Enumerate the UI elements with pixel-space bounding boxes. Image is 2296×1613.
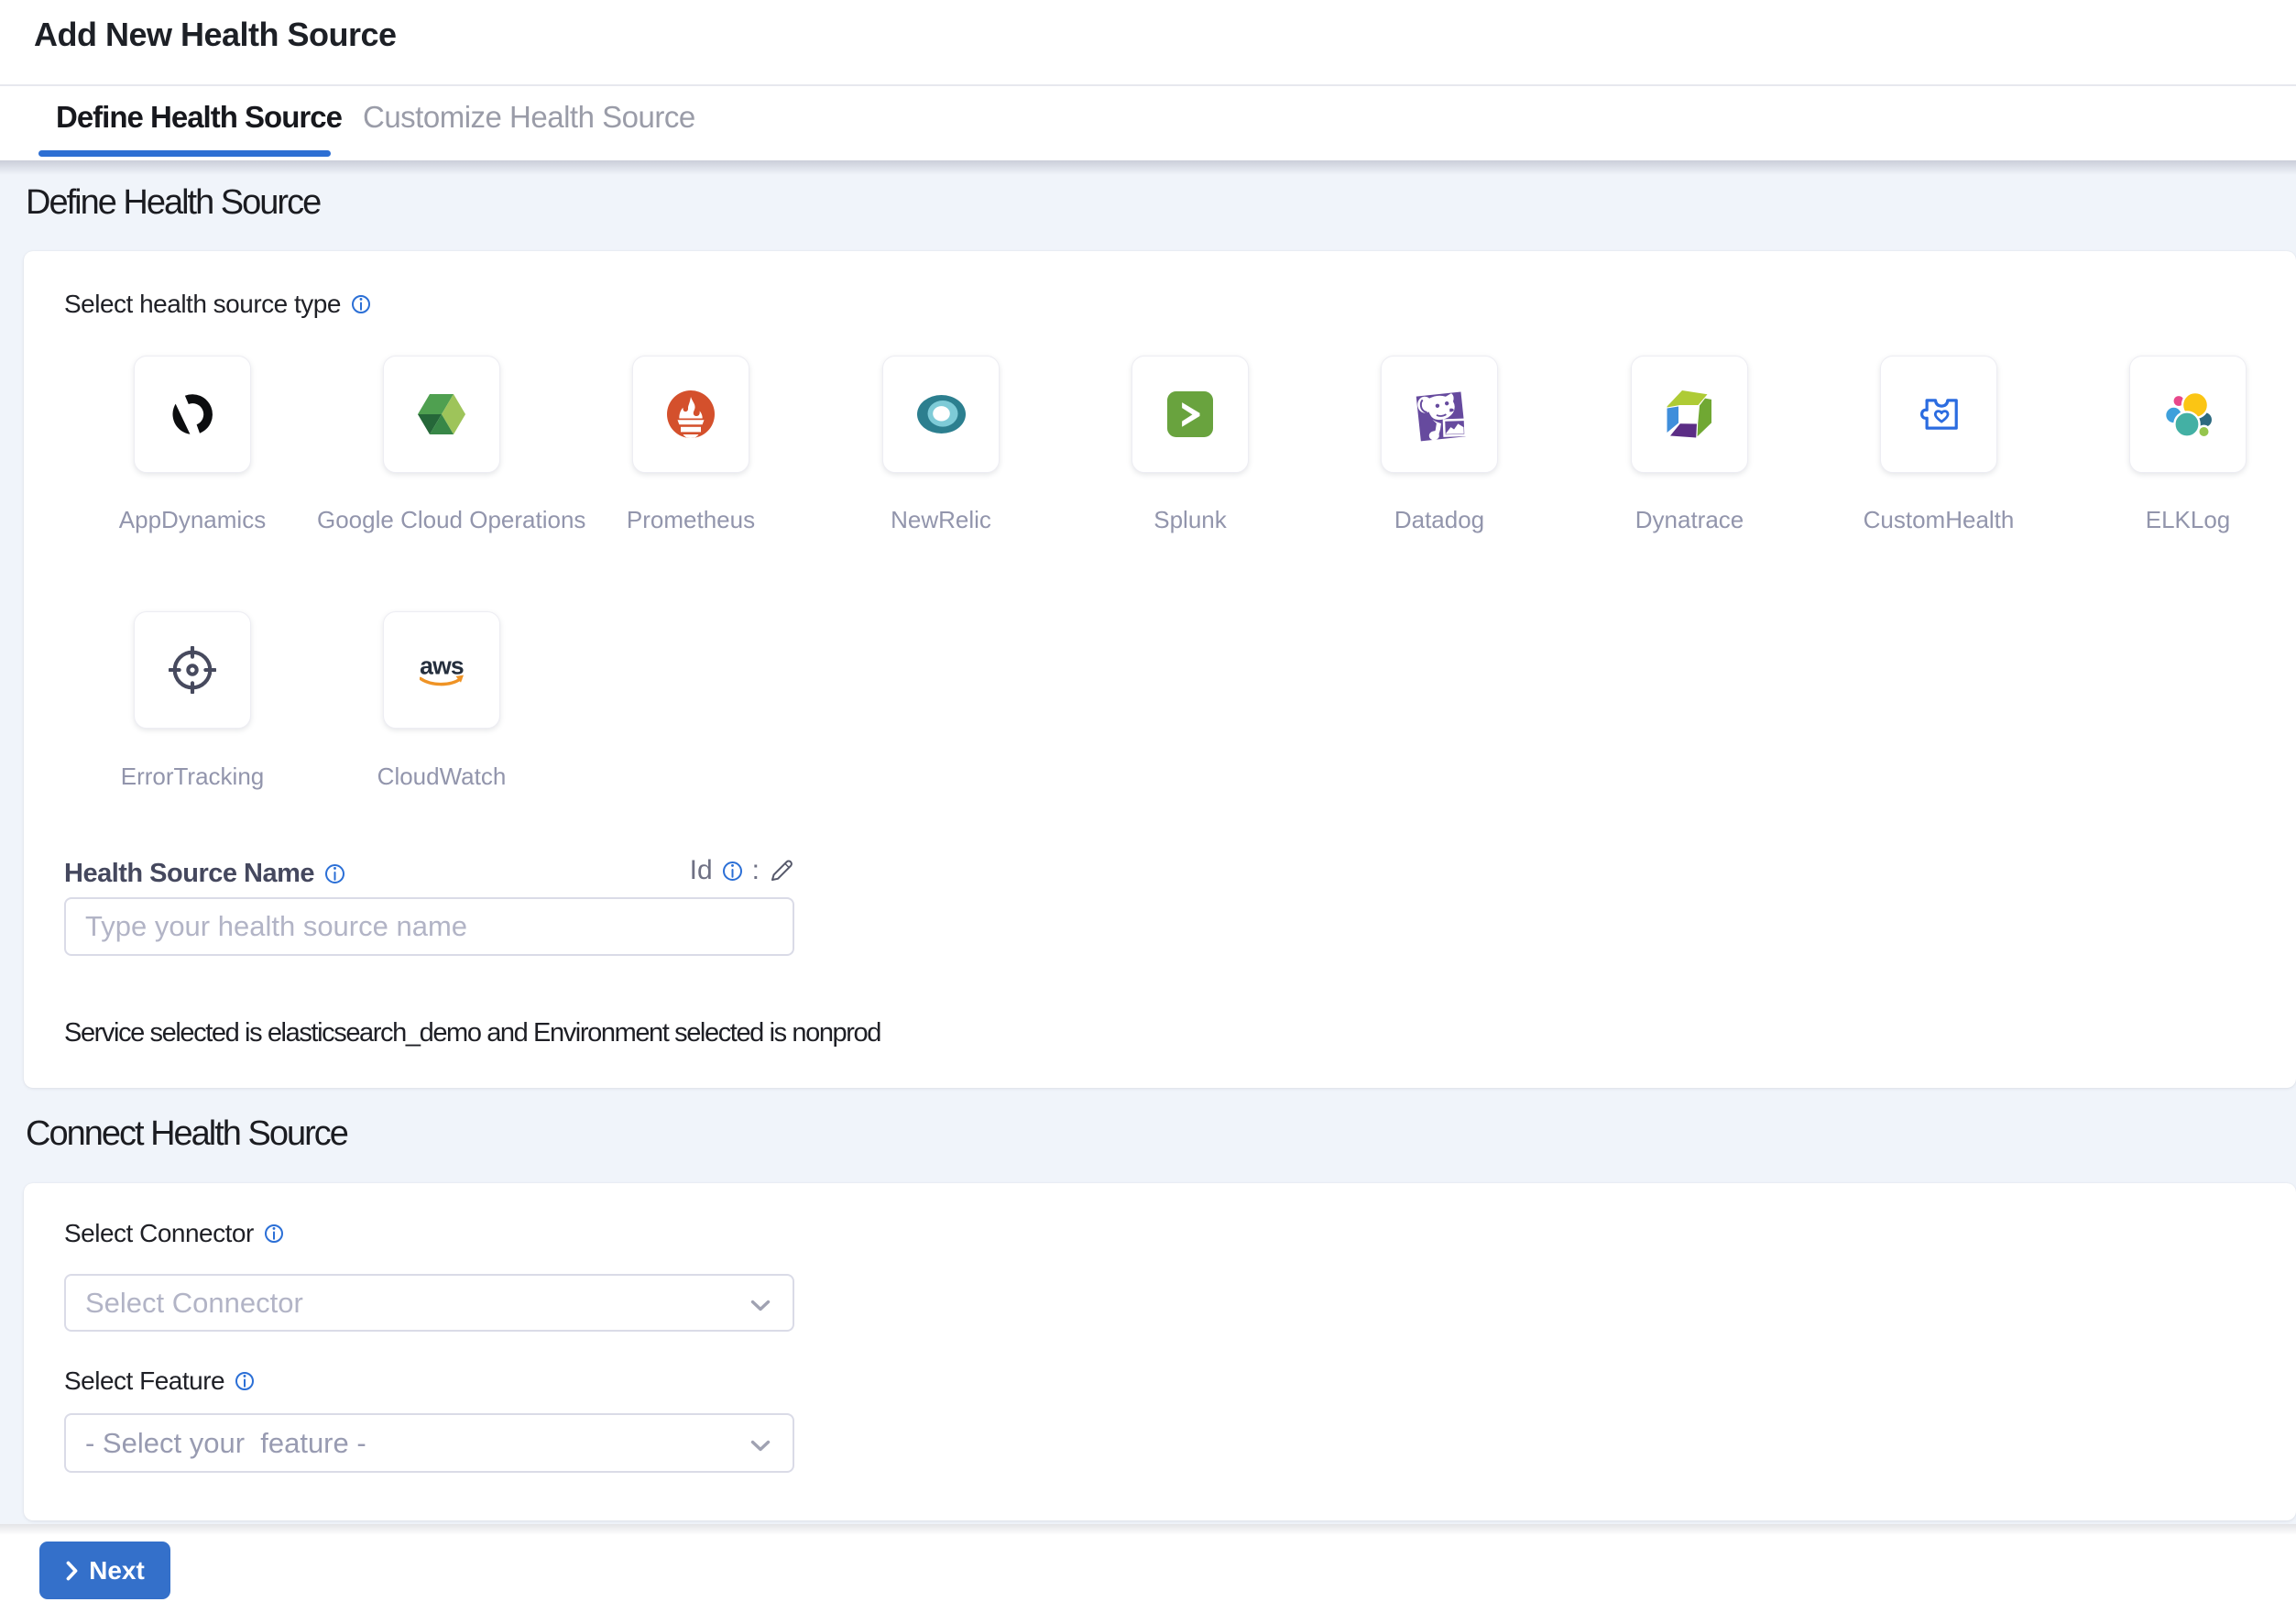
svg-text:aws: aws xyxy=(420,653,464,679)
